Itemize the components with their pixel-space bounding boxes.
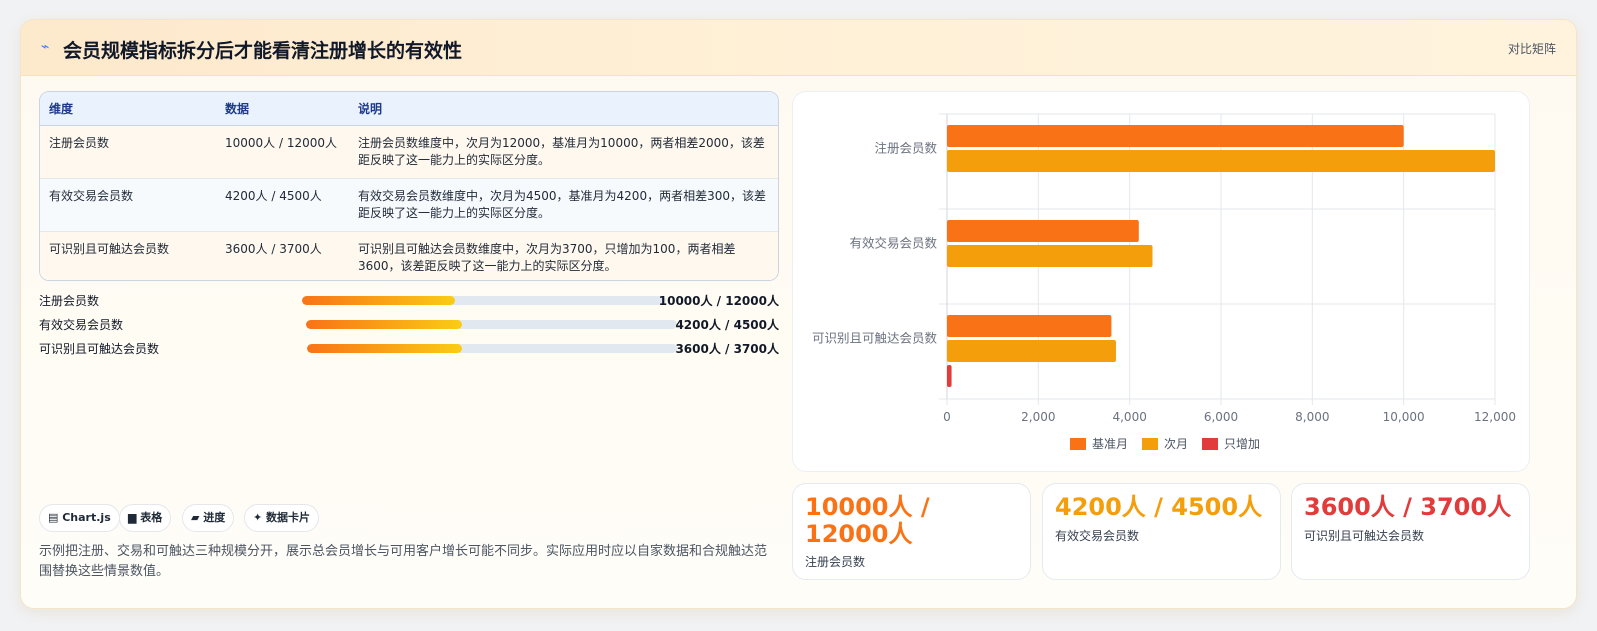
page-title: 会员规模指标拆分后才能看清注册增长的有效性: [63, 40, 463, 62]
cell-dimension: 可识别且可触达会员数: [49, 241, 170, 256]
x-tick-label: 4,000: [1112, 410, 1146, 424]
chart-card: 0 2,000 4,000 6,000 8,000 10,000 12,000 注册会员数有效…: [792, 91, 1530, 472]
cell-note: 可识别且可触达会员数维度中，次月为3700，只增加为100，两者相差3600，该…: [358, 241, 736, 273]
progress-icon: ▰: [191, 511, 204, 524]
progress-label: 有效交易会员数: [39, 318, 124, 332]
bar-increase: [947, 365, 952, 387]
progress-row: 可识别且可触达会员数 3600人 / 3700人: [39, 339, 779, 357]
table-icon: ▆: [128, 511, 141, 524]
progress-fill: [307, 344, 463, 353]
progress-row: 注册会员数 10000人 / 12000人: [39, 291, 779, 309]
card-header: ⌁ 会员规模指标拆分后才能看清注册增长的有效性 对比矩阵: [21, 20, 1576, 76]
bar-base: [947, 125, 1404, 147]
lightning-icon: ⌁: [41, 39, 50, 55]
cell-note: 有效交易会员数维度中，次月为4500，基准月为4200，两者相差300，该差距反…: [358, 188, 766, 220]
progress-value: 3600人 / 3700人: [675, 342, 779, 356]
stat-value: 3600人 / 3700人: [1304, 493, 1512, 521]
chart-icon: ▤: [48, 511, 63, 524]
legend-label: 只增加: [1224, 437, 1260, 451]
bar-next: [947, 150, 1495, 172]
table-row: 可识别且可触达会员数 3600人 / 3700人 可识别且可触达会员数维度中，次…: [40, 231, 778, 280]
compare-matrix-link[interactable]: 对比矩阵: [1508, 40, 1556, 57]
y-category-label: 注册会员数: [874, 141, 937, 156]
progress-track: [302, 296, 666, 305]
main-card: ⌁ 会员规模指标拆分后才能看清注册增长的有效性 对比矩阵 维度 数据 说明 注册…: [20, 19, 1577, 609]
bar-base: [947, 220, 1139, 242]
cell-data: 4200人 / 4500人: [225, 188, 322, 203]
stat-card: 4200人 / 4500人 有效交易会员数: [1042, 483, 1281, 580]
stat-value: 10000人 / 12000人: [805, 493, 930, 548]
bar-base: [947, 315, 1112, 337]
progress-row: 有效交易会员数 4200人 / 4500人: [39, 315, 779, 333]
col-header-note: 说明: [349, 92, 778, 126]
x-tick-label: 6,000: [1204, 410, 1238, 424]
progress-label: 可识别且可触达会员数: [39, 342, 160, 356]
stat-value: 4200人 / 4500人: [1055, 493, 1263, 521]
legend-label: 基准月: [1092, 437, 1128, 451]
tag-table[interactable]: ▆ 表格: [119, 504, 172, 532]
tag-chartjs[interactable]: ▤ Chart.js: [39, 504, 120, 532]
progress-track: [306, 320, 677, 329]
tag-data-card[interactable]: ✦ 数据卡片: [244, 504, 320, 532]
progress-value: 10000人 / 12000人: [658, 294, 779, 308]
progress-value: 4200人 / 4500人: [675, 318, 779, 332]
legend-swatch: [1070, 438, 1086, 450]
y-category-label: 可识别且可触达会员数: [812, 331, 938, 346]
legend-label: 次月: [1164, 437, 1188, 451]
cell-data: 3600人 / 3700人: [225, 241, 322, 256]
x-tick-label: 2,000: [1021, 410, 1055, 424]
col-header-dimension: 维度: [40, 92, 216, 126]
table-row: 注册会员数 10000人 / 12000人 注册会员数维度中，次月为12000，…: [40, 125, 778, 178]
cell-data: 10000人 / 12000人: [225, 135, 338, 150]
stat-card: 10000人 / 12000人 注册会员数: [792, 483, 1031, 580]
stat-label: 可识别且可触达会员数: [1304, 529, 1425, 543]
cell-note: 注册会员数维度中，次月为12000，基准月为10000，两者相差2000，该差距…: [358, 135, 765, 167]
progress-label: 注册会员数: [39, 294, 100, 308]
bar-next: [947, 340, 1116, 362]
legend-swatch: [1202, 438, 1218, 450]
tag-progress[interactable]: ▰ 进度: [182, 504, 235, 532]
y-category-label: 有效交易会员数: [849, 236, 937, 251]
stat-label: 注册会员数: [805, 555, 866, 569]
legend-swatch: [1142, 438, 1158, 450]
description-text: 示例把注册、交易和可触达三种规模分开，展示总会员增长与可用客户增长可能不同步。实…: [39, 544, 768, 579]
bar-next: [947, 245, 1153, 267]
cell-dimension: 注册会员数: [49, 135, 110, 150]
data-table: 维度 数据 说明 注册会员数 10000人 / 12000人 注册会员数维度中，…: [39, 91, 779, 281]
stat-label: 有效交易会员数: [1055, 529, 1140, 543]
x-tick-label: 8,000: [1295, 410, 1329, 424]
table-header-row: 维度 数据 说明: [40, 92, 778, 126]
bar-chart: 0 2,000 4,000 6,000 8,000 10,000 12,000 注册会员数有效…: [812, 113, 1516, 451]
sparkle-icon: ✦: [253, 511, 267, 524]
table-row: 有效交易会员数 4200人 / 4500人 有效交易会员数维度中，次月为4500…: [40, 178, 778, 231]
progress-fill: [306, 320, 462, 329]
col-header-data: 数据: [216, 92, 349, 126]
x-tick-label: 12,000: [1474, 410, 1516, 424]
stat-card: 3600人 / 3700人 可识别且可触达会员数: [1291, 483, 1530, 580]
progress-fill: [302, 296, 455, 305]
x-tick-label: 0: [943, 410, 951, 424]
cell-dimension: 有效交易会员数: [49, 188, 134, 203]
x-tick-label: 10,000: [1383, 410, 1425, 424]
progress-track: [307, 344, 677, 353]
